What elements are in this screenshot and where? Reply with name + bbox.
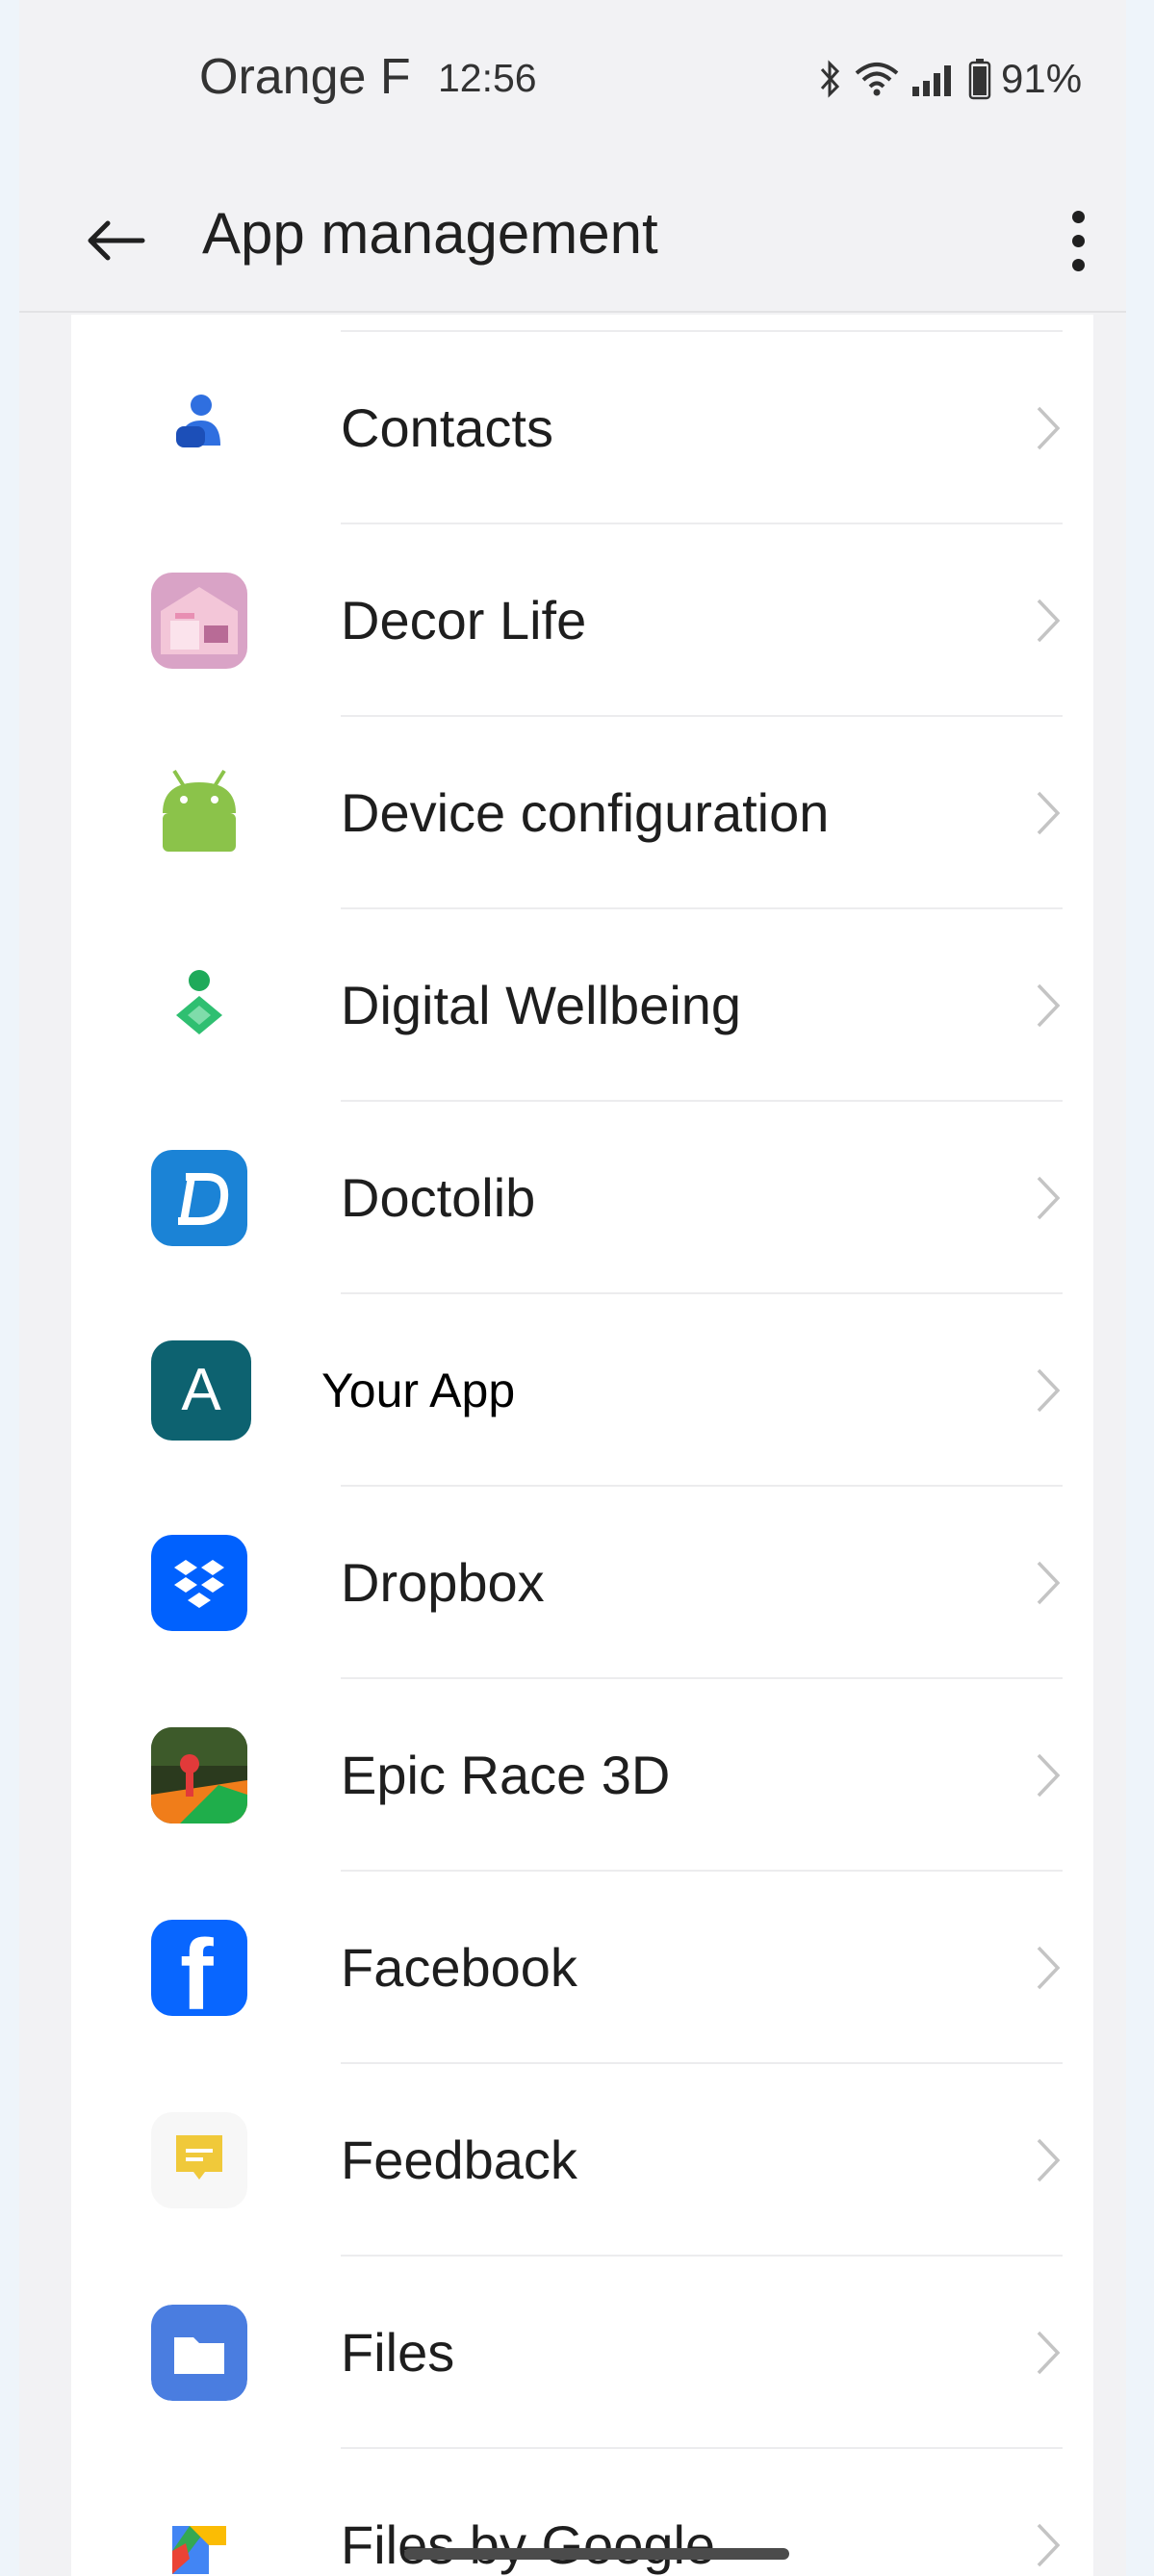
chevron-right-icon [1037, 1753, 1061, 1798]
your-app-icon-letter: A [181, 1357, 221, 1423]
doctolib-icon [151, 1150, 247, 1246]
page-title: App management [202, 201, 658, 266]
app-name: Digital Wellbeing [341, 975, 742, 1035]
chevron-right-icon [1037, 983, 1061, 1028]
app-management-screen: Orange F 12:56 91% App management Contac… [19, 0, 1126, 2576]
wifi-icon [855, 63, 899, 96]
chevron-right-icon [1037, 1561, 1061, 1605]
app-name: Your App [321, 1364, 516, 1417]
chevron-right-icon [1037, 791, 1061, 835]
app-name: Files [341, 2322, 455, 2383]
epic-race-icon [151, 1727, 247, 1824]
chevron-right-icon [1037, 1946, 1061, 1990]
facebook-icon: f [151, 1920, 247, 2016]
app-row-digital-wellbeing[interactable]: Digital Wellbeing [71, 909, 1093, 1102]
app-row-device-configuration[interactable]: Device configuration [71, 717, 1093, 909]
chevron-right-icon [1037, 599, 1061, 643]
more-vert-icon [1071, 210, 1085, 223]
facebook-icon-letter: f [180, 1920, 214, 2016]
your-app-icon: A [151, 1340, 251, 1441]
carrier-name: Orange F [199, 49, 411, 105]
home-indicator[interactable] [404, 2548, 789, 2560]
status-time: 12:56 [438, 56, 537, 100]
bluetooth-icon [820, 60, 840, 98]
app-name: Feedback [341, 2130, 577, 2190]
chevron-right-icon [1037, 1176, 1061, 1220]
dropbox-icon [151, 1535, 247, 1631]
app-name: Doctolib [341, 1167, 536, 1228]
app-row-feedback[interactable]: Feedback [71, 2064, 1093, 2257]
back-arrow-icon [88, 220, 145, 261]
app-row-epic-race-3d[interactable]: Epic Race 3D [71, 1679, 1093, 1872]
app-row-facebook[interactable]: f Facebook [71, 1872, 1093, 2064]
status-icons: 91% [818, 50, 1082, 108]
app-row-decor-life[interactable]: Decor Life [71, 524, 1093, 717]
app-name: Device configuration [341, 782, 830, 843]
signal-icon [912, 65, 951, 96]
chevron-right-icon [1037, 1368, 1061, 1413]
app-name: Epic Race 3D [341, 1745, 671, 1805]
feedback-icon [151, 2112, 247, 2208]
app-list: Contacts Decor Life Device configuration… [71, 315, 1093, 2576]
more-options-button[interactable] [1054, 197, 1102, 284]
chevron-right-icon [1037, 2138, 1061, 2182]
files-icon [151, 2305, 247, 2401]
chevron-right-icon [1037, 2523, 1061, 2567]
contacts-icon [151, 380, 247, 476]
battery-percentage: 91% [1001, 56, 1083, 101]
app-name: Facebook [341, 1937, 577, 1998]
app-row-dropbox[interactable]: Dropbox [71, 1487, 1093, 1679]
app-row-doctolib[interactable]: Doctolib [71, 1102, 1093, 1294]
app-name: Decor Life [341, 590, 587, 650]
app-row-your-app[interactable]: A Your App [71, 1294, 1093, 1487]
app-name: Dropbox [341, 1552, 545, 1613]
app-name: Contacts [341, 397, 553, 458]
digital-wellbeing-icon [151, 957, 247, 1054]
status-bar: Orange F 12:56 91% [19, 0, 1126, 154]
app-row-files[interactable]: Files [71, 2257, 1093, 2449]
app-row-contacts[interactable]: Contacts [71, 332, 1093, 524]
android-icon [151, 765, 247, 861]
chevron-right-icon [1037, 2331, 1061, 2375]
chevron-right-icon [1037, 406, 1061, 450]
decor-life-icon [151, 573, 247, 669]
files-by-google-icon [151, 2497, 247, 2576]
battery-icon [968, 59, 991, 100]
back-button[interactable] [77, 202, 154, 279]
app-bar: App management [19, 154, 1126, 313]
